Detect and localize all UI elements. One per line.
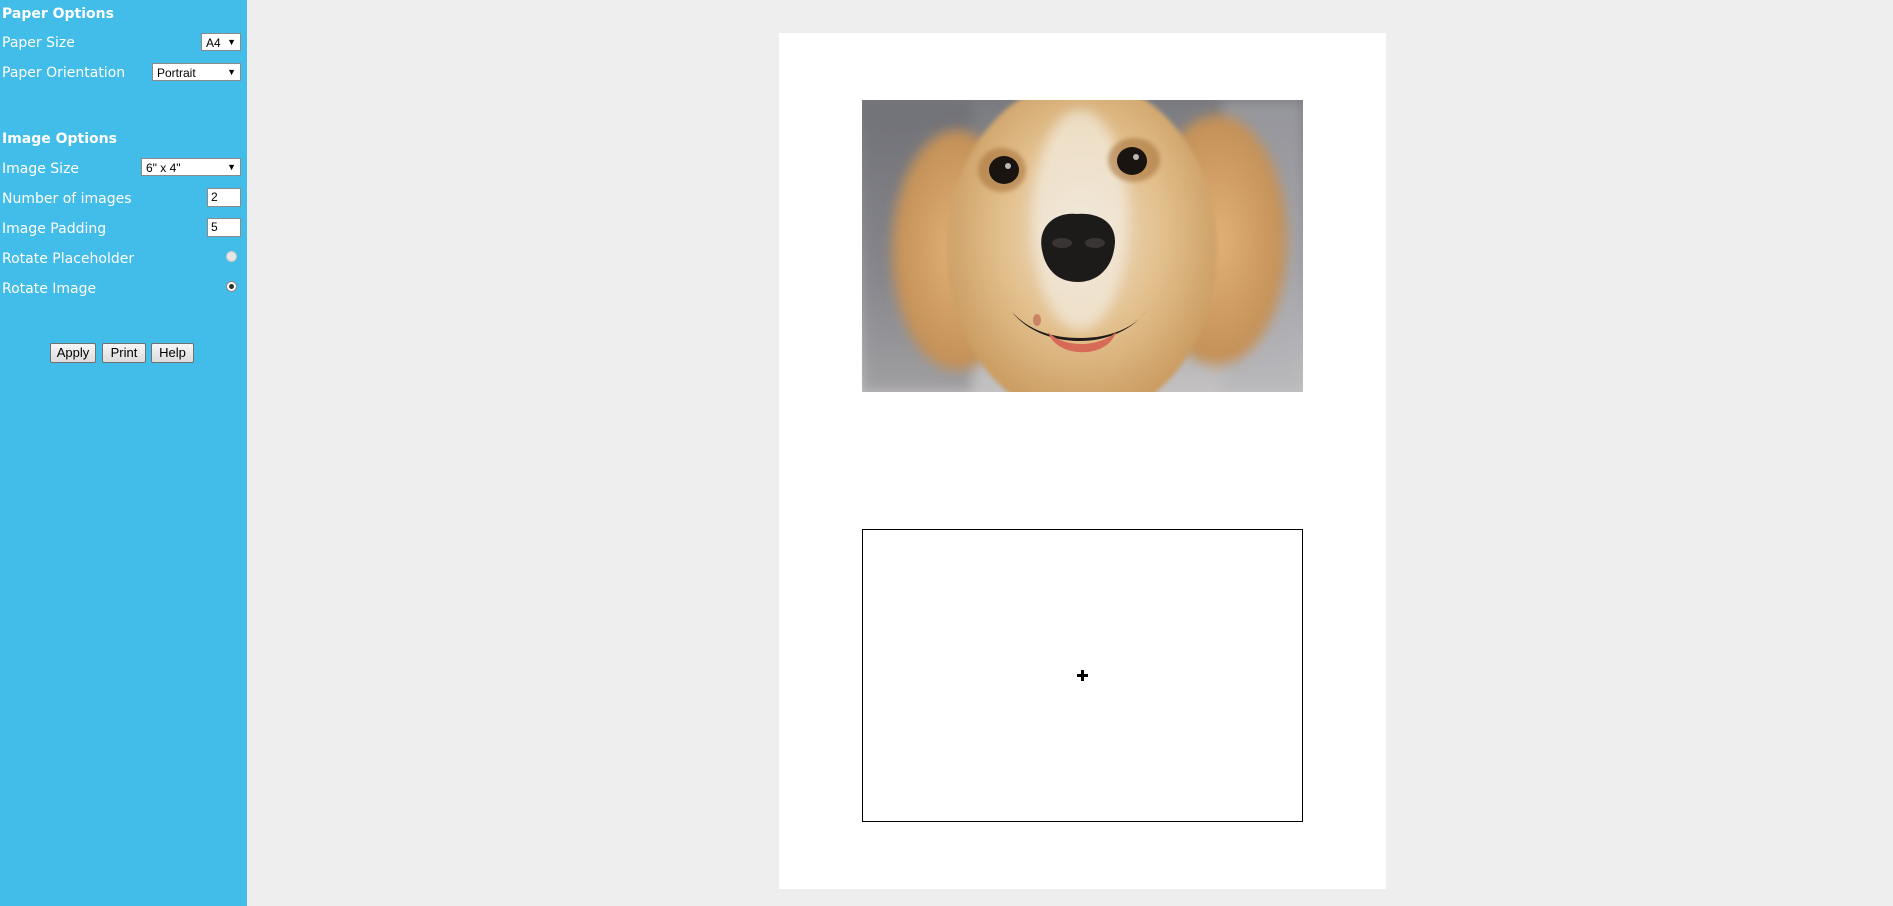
image-size-label: Image Size	[2, 161, 80, 177]
dropdown-arrow-icon: ▼	[227, 67, 236, 77]
dog-photo[interactable]	[862, 100, 1303, 392]
paper-orientation-select[interactable]: Portrait ▼	[152, 63, 241, 81]
image-options-heading: Image Options	[2, 131, 117, 147]
number-of-images-label: Number of images	[2, 191, 132, 207]
help-button[interactable]: Help	[151, 343, 194, 363]
dog-photo-image	[862, 100, 1303, 392]
options-sidebar: Paper Options Paper Size A4 ▼ Paper Orie…	[0, 0, 247, 906]
image-padding-label: Image Padding	[2, 221, 107, 237]
paper-options-heading: Paper Options	[2, 6, 114, 22]
rotate-image-label: Rotate Image	[2, 281, 97, 297]
paper-size-label: Paper Size	[2, 35, 75, 51]
paper-preview	[779, 33, 1386, 889]
image-placeholder[interactable]	[862, 529, 1303, 822]
dropdown-arrow-icon: ▼	[227, 162, 236, 172]
paper-size-select[interactable]: A4 ▼	[201, 33, 241, 51]
image-padding-input[interactable]: 5	[207, 218, 241, 237]
paper-orientation-value: Portrait	[157, 66, 196, 80]
paper-orientation-label: Paper Orientation	[2, 65, 126, 81]
add-image-plus-icon[interactable]	[1077, 670, 1088, 681]
print-button[interactable]: Print	[102, 343, 146, 363]
image-size-value: 6" x 4"	[146, 161, 181, 175]
rotate-placeholder-radio[interactable]	[226, 251, 237, 262]
dropdown-arrow-icon: ▼	[227, 37, 236, 47]
rotate-placeholder-label: Rotate Placeholder	[2, 251, 135, 267]
image-size-select[interactable]: 6" x 4" ▼	[141, 158, 241, 176]
number-of-images-input[interactable]: 2	[207, 188, 241, 207]
rotate-image-radio[interactable]	[226, 281, 237, 292]
paper-size-value: A4	[206, 36, 221, 50]
apply-button[interactable]: Apply	[50, 343, 96, 363]
